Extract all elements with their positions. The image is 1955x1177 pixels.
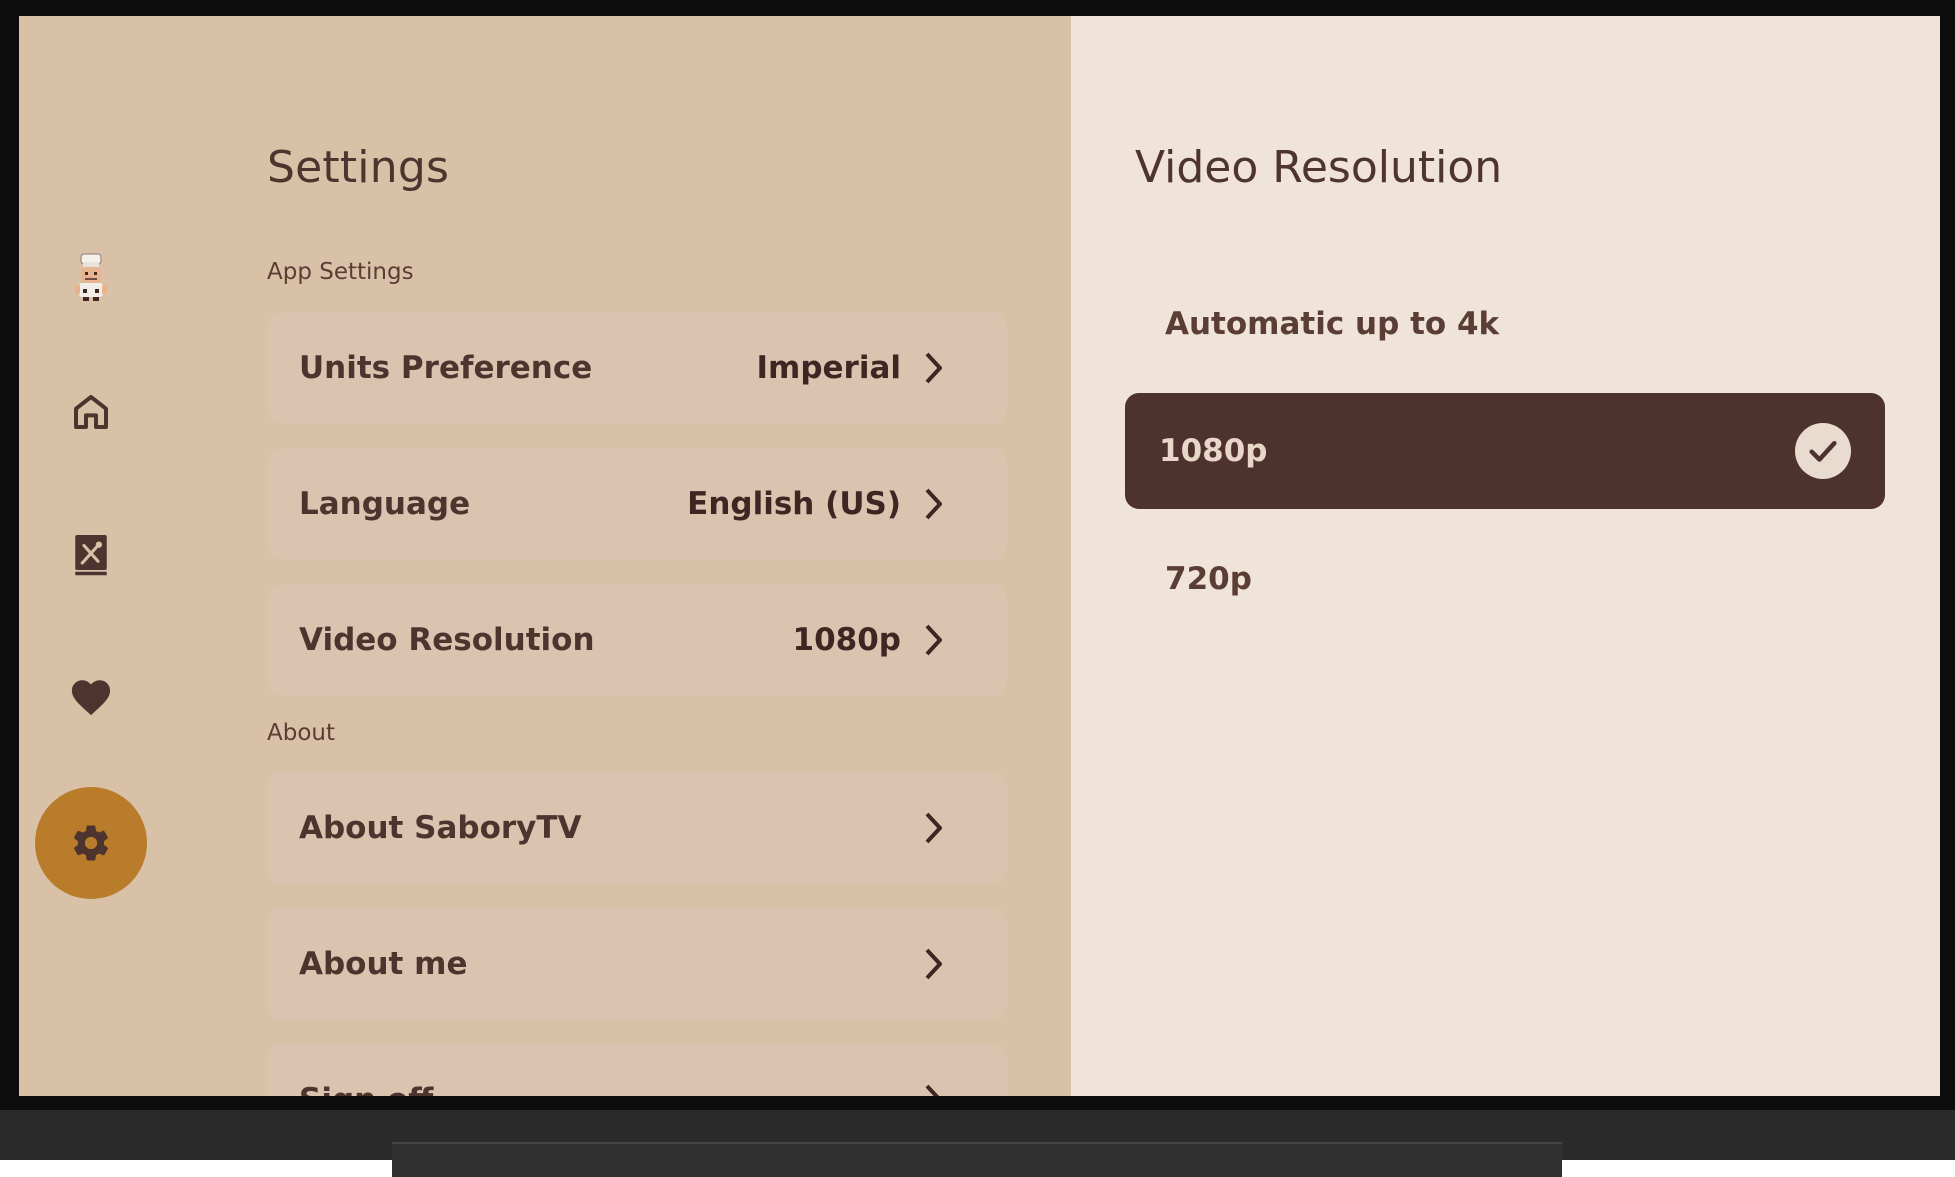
chevron-right-icon	[923, 623, 949, 657]
option-label: Automatic up to 4k	[1165, 306, 1500, 342]
tv-stand	[392, 1142, 1562, 1177]
setting-row-about-saborytv[interactable]: About SaboryTV	[267, 772, 1007, 884]
section-label-app-settings: App Settings	[267, 259, 414, 285]
setting-row-about-me[interactable]: About me	[267, 908, 1007, 1020]
chevron-right-icon	[923, 351, 949, 385]
settings-pane: Settings App Settings Units Preference I…	[19, 16, 1071, 1096]
page-title: Settings	[267, 142, 450, 193]
detail-title: Video Resolution	[1135, 142, 1503, 193]
video-resolution-panel: Video Resolution Automatic up to 4k 1080…	[1071, 16, 1940, 1096]
chef-avatar-icon	[75, 253, 107, 301]
home-icon	[74, 395, 108, 429]
option-720p[interactable]: 720p	[1125, 521, 1885, 637]
option-label: 720p	[1165, 561, 1252, 597]
setting-value: English (US)	[687, 486, 901, 522]
nav-rail	[19, 16, 169, 1096]
nav-item-profile[interactable]	[61, 247, 121, 307]
setting-value: 1080p	[792, 622, 901, 658]
setting-label: About SaboryTV	[299, 810, 582, 846]
option-automatic-4k[interactable]: Automatic up to 4k	[1125, 266, 1885, 382]
chevron-right-icon	[923, 947, 949, 981]
setting-label: Units Preference	[299, 350, 593, 386]
heart-icon	[71, 680, 111, 716]
nav-item-settings[interactable]	[35, 787, 147, 899]
tv-screen: Settings App Settings Units Preference I…	[19, 16, 1940, 1096]
setting-row-units-preference[interactable]: Units Preference Imperial	[267, 312, 1007, 424]
gear-icon	[73, 825, 109, 861]
check-icon	[1795, 423, 1851, 479]
chevron-right-icon	[923, 811, 949, 845]
nav-item-home[interactable]	[61, 382, 121, 442]
option-label: 1080p	[1159, 433, 1268, 469]
setting-label: Sign off	[299, 1082, 923, 1096]
recipe-book-icon	[75, 535, 107, 576]
setting-label: Language	[299, 486, 471, 522]
setting-label: About me	[299, 946, 468, 982]
nav-item-recipes[interactable]	[61, 526, 121, 586]
chevron-right-icon	[923, 1083, 949, 1096]
setting-row-video-resolution[interactable]: Video Resolution 1080p	[267, 584, 1007, 696]
chevron-right-icon	[923, 487, 949, 521]
option-1080p[interactable]: 1080p	[1125, 393, 1885, 509]
setting-value: Imperial	[756, 350, 901, 386]
setting-label: Video Resolution	[299, 622, 595, 658]
nav-item-favorites[interactable]	[61, 667, 121, 727]
section-label-about: About	[267, 720, 336, 746]
setting-row-language[interactable]: Language English (US)	[267, 448, 1007, 560]
setting-row-sign-off[interactable]: Sign off	[267, 1044, 1007, 1096]
